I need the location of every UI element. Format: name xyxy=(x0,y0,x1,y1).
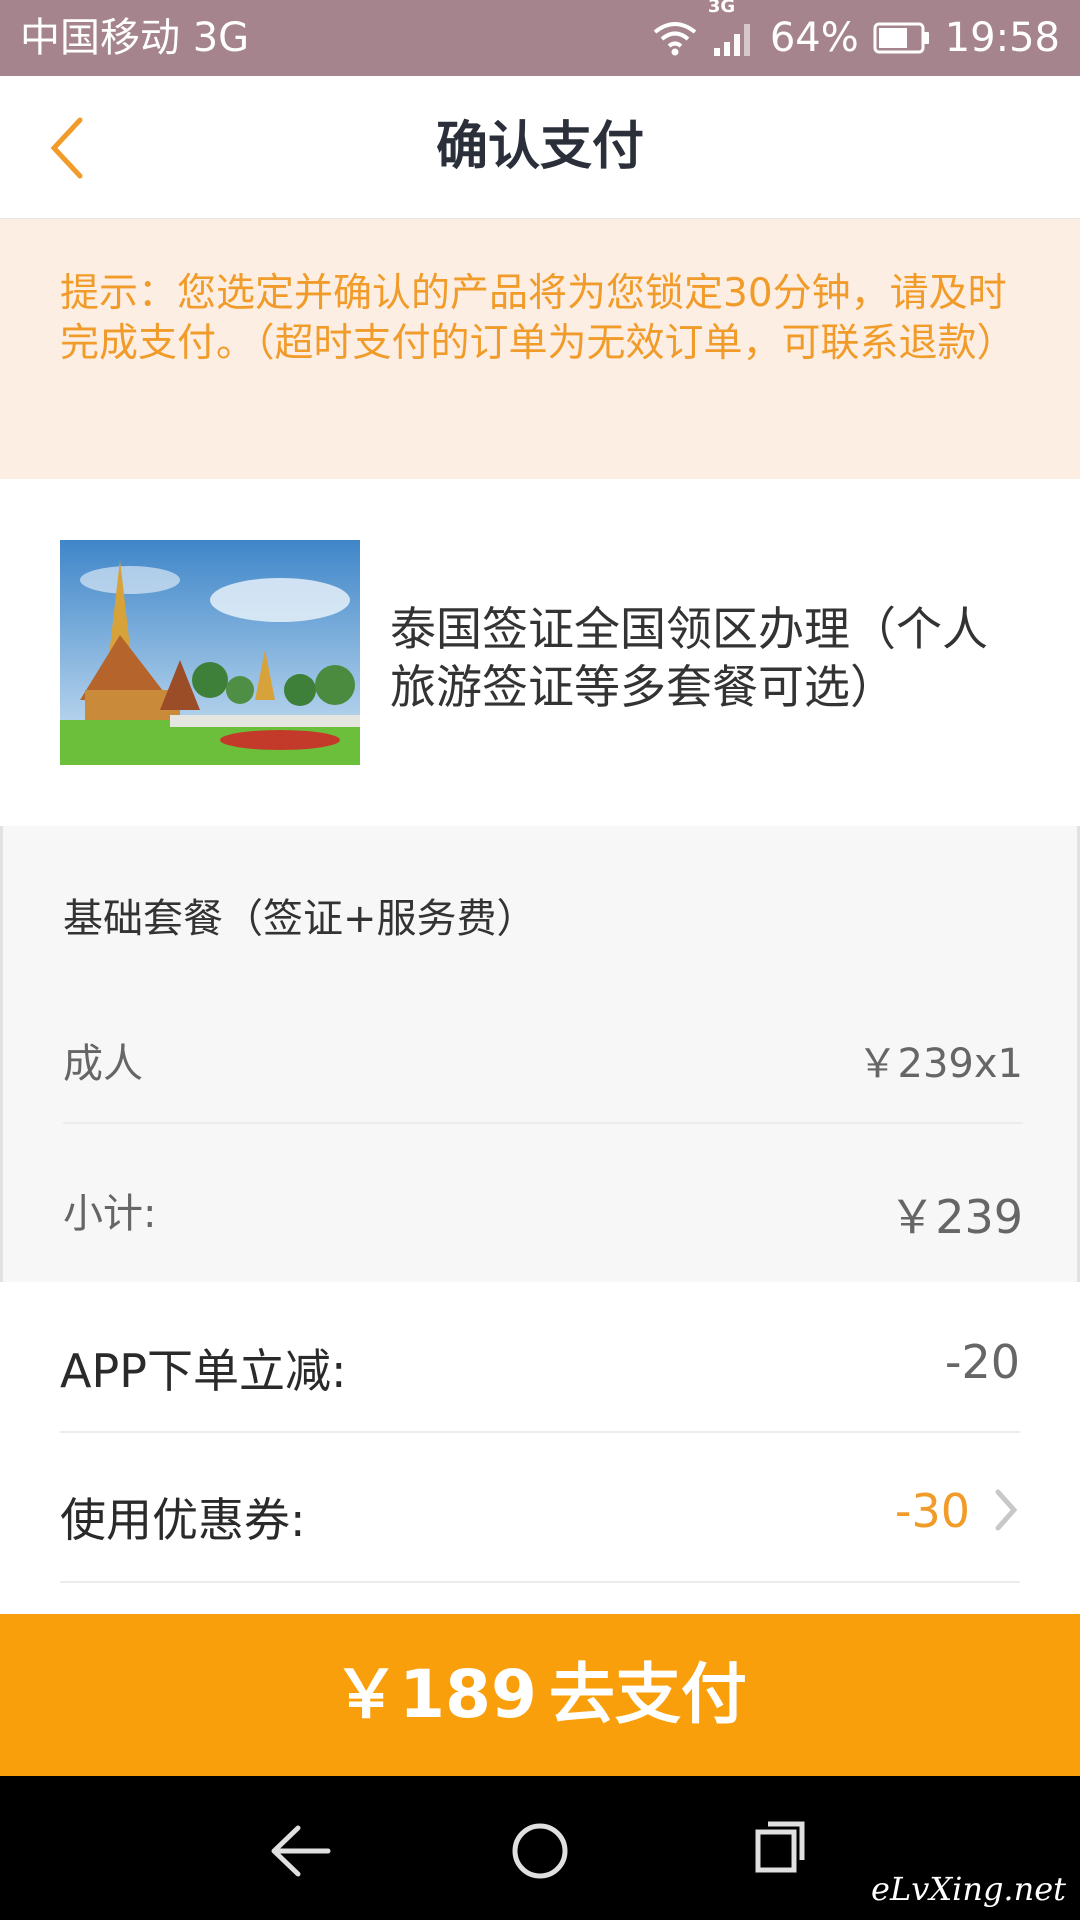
header-bar: 确认支付 xyxy=(0,76,1080,219)
coupon-value: -30 xyxy=(894,1484,970,1538)
system-recents-button[interactable] xyxy=(740,1816,820,1886)
divider xyxy=(60,1431,1020,1433)
battery-icon xyxy=(873,21,931,55)
pay-amount: ￥189 xyxy=(333,1656,537,1733)
system-back-button[interactable] xyxy=(260,1816,340,1886)
app-discount-label: APP下单立减: xyxy=(60,1344,347,1398)
coupon-row[interactable]: 使用优惠券: -30 xyxy=(60,1484,1020,1550)
recents-square-icon xyxy=(740,1821,820,1890)
chevron-right-icon xyxy=(992,1488,1020,1532)
pay-label: 去支付 xyxy=(548,1656,747,1733)
watermark: eLvXing.net xyxy=(871,1870,1066,1908)
signal-icon: 3G xyxy=(708,0,756,58)
network-type-label: 3G xyxy=(707,0,736,17)
package-title: 基础套餐（签证+服务费） xyxy=(63,896,537,942)
coupon-label: 使用优惠券: xyxy=(60,1493,306,1547)
pay-button[interactable]: ￥189 去支付 xyxy=(0,1614,1080,1776)
wifi-icon xyxy=(652,20,698,56)
app-discount-value: -20 xyxy=(944,1335,1020,1389)
product-name: 泰国签证全国领区办理（个人旅游签证等多套餐可选） xyxy=(390,602,988,714)
product-card: 泰国签证全国领区办理（个人旅游签证等多套餐可选） xyxy=(0,480,1080,825)
adult-row: 成人 ￥239x1 xyxy=(63,1031,1023,1089)
carrier-label: 中国移动 3G xyxy=(20,15,250,61)
status-bar: 中国移动 3G 3G 64% 19:58 xyxy=(0,0,1080,76)
home-circle-icon xyxy=(500,1823,580,1890)
battery-percent: 64% xyxy=(769,15,859,61)
notice-banner: 提示：您选定并确认的产品将为您锁定30分钟，请及时完成支付。（超时支付的订单为无… xyxy=(0,219,1080,479)
system-navigation-bar: eLvXing.net xyxy=(0,1776,1080,1920)
system-home-button[interactable] xyxy=(500,1816,580,1886)
notice-text: 提示：您选定并确认的产品将为您锁定30分钟，请及时完成支付。（超时支付的订单为无… xyxy=(60,271,1016,366)
divider xyxy=(60,1581,1020,1583)
subtotal-row: 小计: ￥239 xyxy=(63,1181,1023,1244)
app-discount-row: APP下单立减: -20 xyxy=(60,1335,1020,1401)
clock: 19:58 xyxy=(944,15,1060,61)
subtotal-label: 小计: xyxy=(63,1191,157,1237)
adult-label: 成人 xyxy=(63,1041,143,1087)
adult-price: ￥239x1 xyxy=(857,1041,1023,1087)
status-icons: 3G 64% 19:58 xyxy=(652,0,1060,76)
subtotal-value: ￥239 xyxy=(889,1190,1023,1244)
page-title: 确认支付 xyxy=(435,117,644,177)
back-arrow-icon xyxy=(260,1825,340,1890)
divider xyxy=(63,1122,1023,1124)
package-details: 基础套餐（签证+服务费） 成人 ￥239x1 小计: ￥239 xyxy=(0,826,1080,1282)
product-image xyxy=(60,540,360,765)
